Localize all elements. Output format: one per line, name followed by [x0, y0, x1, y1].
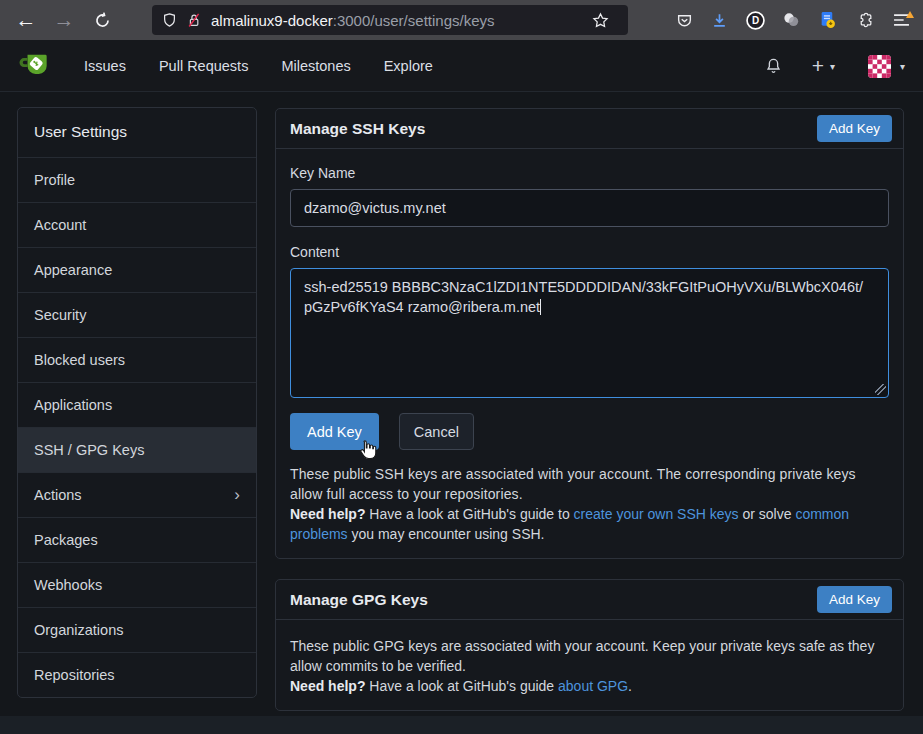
sidebar-item-webhooks[interactable]: Webhooks — [18, 562, 256, 607]
pocket-icon[interactable] — [670, 0, 698, 40]
gpg-help-text: These public GPG keys are associated wit… — [290, 636, 889, 696]
manage-ssh-keys-panel: Manage SSH Keys Add Key Key Name Content… — [275, 108, 904, 559]
user-menu[interactable]: ▾ — [868, 55, 905, 78]
settings-sidebar: User Settings Profile Account Appearance… — [17, 107, 257, 698]
sidebar-item-profile[interactable]: Profile — [18, 157, 256, 202]
gitea-logo[interactable] — [18, 52, 52, 80]
extension-d-icon[interactable]: D — [741, 0, 769, 40]
notifications-bell-icon[interactable] — [765, 57, 782, 75]
bookmark-star-icon[interactable] — [592, 12, 609, 29]
nav-pull-requests[interactable]: Pull Requests — [159, 58, 248, 74]
create-new-button[interactable]: +▾ — [812, 54, 835, 78]
extensions-puzzle-icon[interactable] — [851, 0, 879, 40]
sidebar-item-appearance[interactable]: Appearance — [18, 247, 256, 292]
nav-issues[interactable]: Issues — [84, 58, 126, 74]
gpg-panel-title: Manage GPG Keys — [290, 591, 428, 609]
key-name-label: Key Name — [290, 165, 889, 181]
nav-explore[interactable]: Explore — [384, 58, 433, 74]
resize-handle[interactable] — [875, 384, 886, 395]
sidebar-item-security[interactable]: Security — [18, 292, 256, 337]
ssh-keys-guide-link[interactable]: create your own SSH keys — [574, 506, 739, 522]
menu-hamburger-icon[interactable] — [887, 0, 915, 40]
docs-extension-icon[interactable] — [813, 0, 841, 40]
gpg-add-key-button[interactable]: Add Key — [817, 586, 892, 613]
avatar[interactable] — [868, 55, 891, 78]
footer — [0, 716, 923, 734]
forward-button[interactable]: → — [48, 0, 80, 40]
shield-icon[interactable] — [162, 12, 177, 28]
mouse-cursor — [357, 439, 377, 461]
nav-milestones[interactable]: Milestones — [281, 58, 350, 74]
sidebar-item-organizations[interactable]: Organizations — [18, 607, 256, 652]
sidebar-title: User Settings — [18, 108, 256, 157]
cancel-button[interactable]: Cancel — [399, 413, 474, 450]
page-content: User Settings Profile Account Appearance… — [0, 92, 923, 734]
url-bar[interactable]: almalinux9-docker:3000/user/settings/key… — [152, 5, 628, 35]
key-content-textarea[interactable]: ssh-ed25519 BBBBC3NzaC1lZDI1NTE5DDDDIDAN… — [290, 268, 889, 398]
browser-toolbar: ← → almalinux9-docker:3000/user/settings… — [0, 0, 923, 40]
ssh-panel-title: Manage SSH Keys — [290, 120, 425, 138]
account-icon[interactable] — [777, 0, 805, 40]
content-label: Content — [290, 244, 889, 260]
text-caret — [540, 299, 541, 315]
sidebar-item-applications[interactable]: Applications — [18, 382, 256, 427]
reload-button[interactable] — [86, 0, 118, 40]
sidebar-item-blocked-users[interactable]: Blocked users — [18, 337, 256, 382]
sidebar-item-packages[interactable]: Packages — [18, 517, 256, 562]
sidebar-item-account[interactable]: Account — [18, 202, 256, 247]
svg-text:D: D — [751, 15, 758, 26]
url-text: almalinux9-docker:3000/user/settings/key… — [211, 12, 495, 29]
sidebar-item-ssh-gpg-keys[interactable]: SSH / GPG Keys — [18, 427, 256, 472]
app-navbar: Issues Pull Requests Milestones Explore … — [0, 40, 923, 92]
key-name-input[interactable] — [290, 189, 889, 227]
ssh-help-text: These public SSH keys are associated wit… — [290, 464, 889, 544]
ssh-add-key-toggle-button[interactable]: Add Key — [817, 115, 892, 142]
about-gpg-link[interactable]: about GPG — [558, 678, 628, 694]
sidebar-item-actions[interactable]: Actions› — [18, 472, 256, 517]
sidebar-item-repositories[interactable]: Repositories — [18, 652, 256, 697]
download-icon[interactable] — [705, 0, 733, 40]
back-button[interactable]: ← — [10, 0, 42, 40]
chevron-right-icon: › — [234, 485, 240, 505]
lock-insecure-icon[interactable] — [186, 12, 202, 29]
update-badge — [906, 11, 914, 18]
manage-gpg-keys-panel: Manage GPG Keys Add Key These public GPG… — [275, 579, 904, 711]
